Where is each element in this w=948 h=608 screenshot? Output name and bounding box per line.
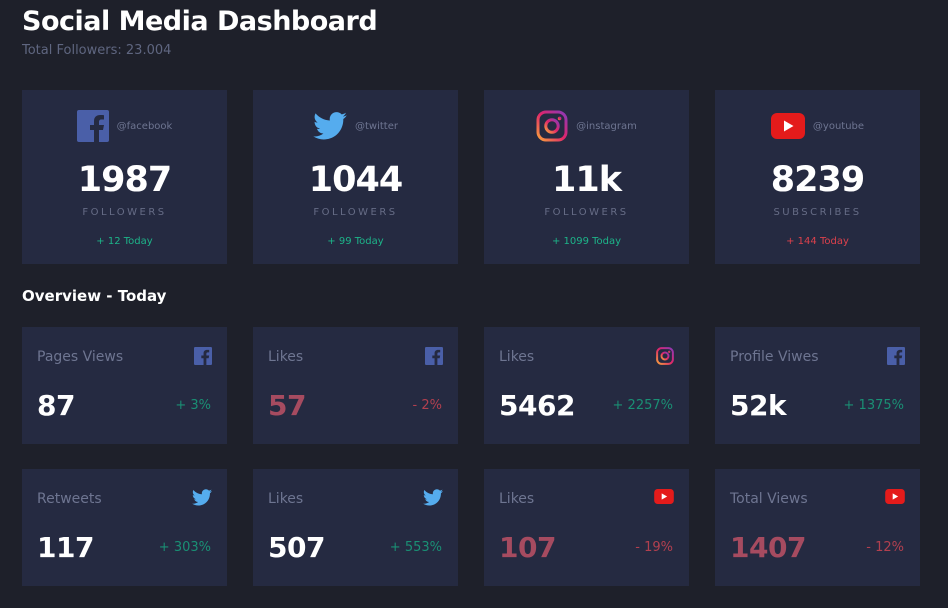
overview-card-youtube-total-views[interactable]: Total Views 1407 - 12%	[715, 469, 920, 586]
follower-change: + 144 Today	[786, 236, 849, 247]
youtube-icon	[885, 489, 905, 504]
follower-card-header: @facebook	[22, 109, 227, 143]
total-followers: Total Followers: 23.004	[22, 43, 172, 58]
facebook-icon	[887, 347, 905, 365]
overview-label: Pages Views	[37, 349, 124, 365]
follower-card-twitter[interactable]: @twitter 1044 FOLLOWERS + 99 Today	[253, 90, 458, 264]
follower-count: 1987	[77, 160, 172, 200]
overview-card-twitter-retweets[interactable]: Retweets 117 + 303%	[22, 469, 227, 586]
follower-label: FOLLOWERS	[544, 207, 629, 218]
overview-value: 87	[37, 389, 75, 422]
follower-card-header: @youtube	[715, 109, 920, 143]
follower-change: + 12 Today	[96, 236, 153, 247]
overview-change: + 303%	[158, 540, 211, 555]
follower-card-header: @instagram	[484, 109, 689, 143]
overview-change: - 12%	[866, 540, 904, 555]
follower-count: 1044	[308, 160, 403, 200]
overview-label: Likes	[268, 491, 304, 507]
overview-card-facebook-likes[interactable]: Likes 57 - 2%	[253, 327, 458, 444]
handle[interactable]: @facebook	[117, 121, 173, 132]
dashboard: Social Media Dashboard Total Followers: …	[0, 0, 948, 608]
follower-label: FOLLOWERS	[313, 207, 398, 218]
facebook-icon	[425, 347, 443, 365]
follower-card-header: @twitter	[253, 109, 458, 143]
follower-label: SUBSCRIBES	[773, 207, 862, 218]
overview-value: 1407	[730, 531, 806, 564]
overview-value: 507	[268, 531, 325, 564]
follower-change: + 1099 Today	[551, 236, 622, 247]
twitter-icon	[423, 489, 443, 506]
follower-change: + 99 Today	[327, 236, 384, 247]
overview-label: Likes	[499, 491, 535, 507]
overview-label: Likes	[268, 349, 304, 365]
overview-card-facebook-profile-views[interactable]: Profile Viwes 52k + 1375%	[715, 327, 920, 444]
follower-card-facebook[interactable]: @facebook 1987 FOLLOWERS + 12 Today	[22, 90, 227, 264]
follower-card-instagram[interactable]: @instagram 11k FOLLOWERS + 1099 Today	[484, 90, 689, 264]
handle[interactable]: @twitter	[355, 121, 398, 132]
overview-change: + 3%	[175, 398, 211, 413]
page-title: Social Media Dashboard	[22, 6, 378, 37]
follower-card-youtube[interactable]: @youtube 8239 SUBSCRIBES + 144 Today	[715, 90, 920, 264]
overview-label: Retweets	[37, 491, 102, 507]
follower-label: FOLLOWERS	[82, 207, 167, 218]
handle[interactable]: @instagram	[576, 121, 637, 132]
overview-change: - 2%	[412, 398, 442, 413]
overview-change: + 1375%	[843, 398, 904, 413]
overview-title: Overview - Today	[22, 287, 167, 305]
instagram-icon	[656, 347, 674, 365]
overview-label: Total Views	[730, 491, 808, 507]
overview-value: 117	[37, 531, 94, 564]
overview-card-facebook-page-views[interactable]: Pages Views 87 + 3%	[22, 327, 227, 444]
follower-count: 11k	[552, 160, 622, 200]
youtube-icon	[654, 489, 674, 504]
facebook-icon	[76, 110, 109, 142]
overview-change: + 553%	[389, 540, 442, 555]
overview-value: 107	[499, 531, 556, 564]
overview-value: 57	[268, 389, 306, 422]
follower-count: 8239	[770, 160, 865, 200]
instagram-icon	[536, 110, 568, 142]
overview-change: - 19%	[635, 540, 673, 555]
handle[interactable]: @youtube	[813, 121, 864, 132]
overview-card-twitter-likes[interactable]: Likes 507 + 553%	[253, 469, 458, 586]
twitter-icon	[313, 112, 347, 140]
overview-card-youtube-likes[interactable]: Likes 107 - 19%	[484, 469, 689, 586]
overview-value: 52k	[730, 389, 787, 422]
overview-value: 5462	[499, 389, 575, 422]
facebook-icon	[194, 347, 212, 365]
overview-label: Likes	[499, 349, 535, 365]
overview-card-instagram-likes[interactable]: Likes 5462 + 2257%	[484, 327, 689, 444]
overview-label: Profile Viwes	[730, 349, 819, 365]
twitter-icon	[192, 489, 212, 506]
overview-change: + 2257%	[612, 398, 673, 413]
youtube-icon	[770, 113, 805, 139]
